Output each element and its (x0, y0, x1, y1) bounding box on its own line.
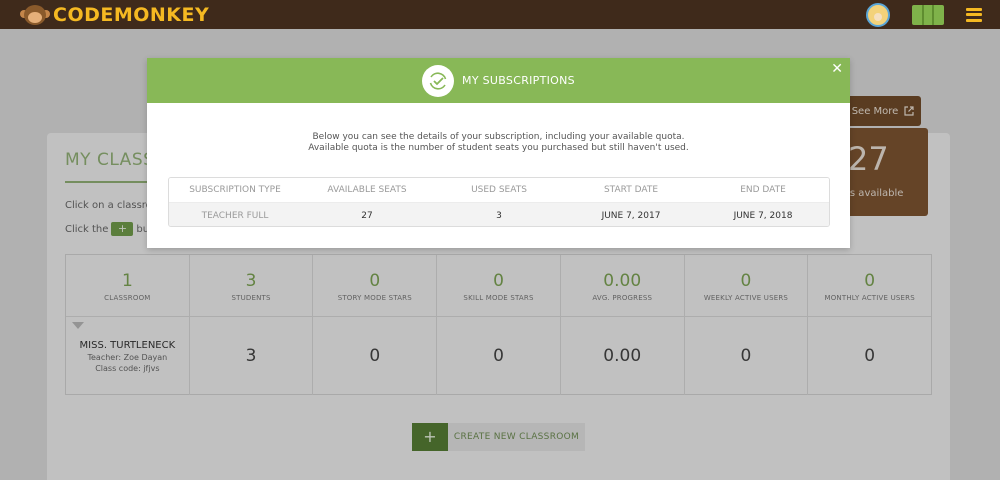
monkey-logo-icon (20, 3, 50, 27)
header-used-seats: USED SEATS (471, 185, 527, 195)
subscription-table: SUBSCRIPTION TYPE AVAILABLE SEATS USED S… (168, 177, 830, 227)
subscription-table-header: SUBSCRIPTION TYPE AVAILABLE SEATS USED S… (169, 178, 829, 203)
modal-description: Below you can see the details of your su… (147, 132, 850, 154)
hamburger-menu-icon[interactable] (966, 7, 982, 22)
cell-subscription-type: TEACHER FULL (201, 210, 269, 221)
codemonkey-logo[interactable]: CodeMonkey (20, 3, 209, 27)
map-icon[interactable] (912, 4, 944, 25)
modal-title: MY SUBSCRIPTIONS (462, 74, 575, 87)
logo-text: CodeMonkey (53, 3, 210, 26)
close-icon[interactable]: ✕ (831, 61, 843, 77)
cell-used-seats: 3 (496, 210, 502, 221)
subscription-check-icon (422, 64, 455, 97)
cell-available-seats: 27 (361, 210, 373, 221)
header-start-date: START DATE (603, 185, 659, 195)
header-available-seats: AVAILABLE SEATS (327, 185, 407, 195)
modal-header: MY SUBSCRIPTIONS ✕ (147, 58, 850, 103)
description-line-1: Below you can see the details of your su… (312, 132, 685, 142)
user-avatar-icon[interactable] (866, 2, 890, 27)
subscriptions-modal: MY SUBSCRIPTIONS ✕ Below you can see the… (147, 58, 850, 248)
cell-end-date: JUNE 7, 2018 (733, 210, 793, 221)
description-line-2: Available quota is the number of student… (308, 143, 689, 153)
top-bar: CodeMonkey (0, 0, 1000, 29)
header-end-date: END DATE (740, 185, 786, 195)
cell-start-date: JUNE 7, 2017 (601, 210, 661, 221)
table-row: TEACHER FULL 27 3 JUNE 7, 2017 JUNE 7, 2… (169, 203, 829, 226)
header-subscription-type: SUBSCRIPTION TYPE (189, 185, 281, 195)
